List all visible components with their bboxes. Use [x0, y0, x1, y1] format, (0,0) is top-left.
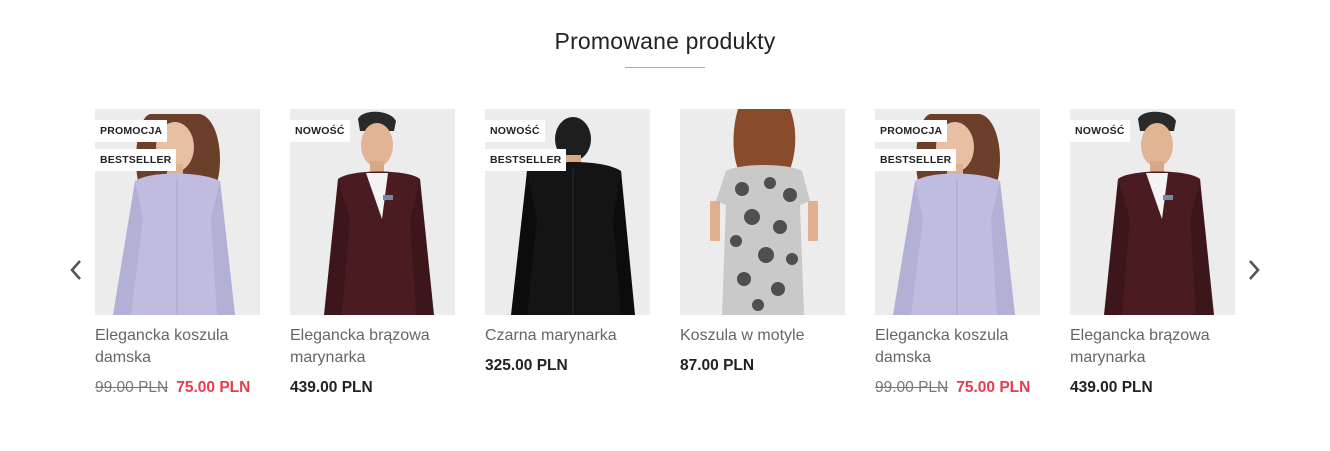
product-image[interactable]	[680, 109, 845, 315]
product-price: 75.00 PLN	[176, 379, 251, 396]
product-card[interactable]: PROMOCJA BESTSELLER Elegancka koszula da…	[95, 109, 260, 397]
badge-bestseller: BESTSELLER	[485, 149, 567, 171]
product-image[interactable]: PROMOCJA BESTSELLER	[875, 109, 1040, 315]
product-image[interactable]: NOWOŚĆ	[1070, 109, 1235, 315]
product-card[interactable]: NOWOŚĆ Elegancka brązowa marynarka 439.0…	[1070, 109, 1235, 397]
product-name[interactable]: Elegancka koszula damska	[95, 325, 260, 369]
product-price: 325.00 PLN	[485, 357, 568, 374]
badge-bestseller: BESTSELLER	[875, 149, 957, 171]
chevron-left-icon	[70, 260, 81, 280]
title-underline	[625, 67, 705, 68]
product-price: 75.00 PLN	[956, 379, 1031, 396]
product-name[interactable]: Koszula w motyle	[680, 325, 845, 347]
product-prices: 439.00 PLN	[290, 379, 455, 397]
product-old-price: 99.00 PLN	[875, 379, 949, 396]
carousel-prev-button[interactable]	[64, 255, 88, 285]
product-prices: 325.00 PLN	[485, 357, 650, 375]
badge-nowosc: NOWOŚĆ	[485, 120, 545, 142]
badge-nowosc: NOWOŚĆ	[1070, 120, 1130, 142]
badge-nowosc: NOWOŚĆ	[290, 120, 350, 142]
product-price: 439.00 PLN	[1070, 379, 1153, 396]
product-name[interactable]: Elegancka brązowa marynarka	[1070, 325, 1235, 369]
carousel-next-button[interactable]	[1242, 255, 1266, 285]
product-card[interactable]: PROMOCJA BESTSELLER Elegancka koszula da…	[875, 109, 1040, 397]
product-name[interactable]: Czarna marynarka	[485, 325, 650, 347]
badge-bestseller: BESTSELLER	[95, 149, 177, 171]
badge-promocja: PROMOCJA	[95, 120, 168, 142]
product-image[interactable]: NOWOŚĆ BESTSELLER	[485, 109, 650, 315]
product-image[interactable]: NOWOŚĆ	[290, 109, 455, 315]
product-prices: 87.00 PLN	[680, 357, 845, 375]
product-price: 439.00 PLN	[290, 379, 373, 396]
product-prices: 99.00 PLN 75.00 PLN	[875, 379, 1040, 397]
product-price: 87.00 PLN	[680, 357, 755, 374]
product-card[interactable]: NOWOŚĆ BESTSELLER Czarna marynarka 325.0…	[485, 109, 650, 375]
product-old-price: 99.00 PLN	[95, 379, 169, 396]
product-prices: 439.00 PLN	[1070, 379, 1235, 397]
product-name[interactable]: Elegancka koszula damska	[875, 325, 1040, 369]
product-image[interactable]: PROMOCJA BESTSELLER	[95, 109, 260, 315]
product-prices: 99.00 PLN 75.00 PLN	[95, 379, 260, 397]
product-card[interactable]: Koszula w motyle 87.00 PLN	[680, 109, 845, 375]
badge-promocja: PROMOCJA	[875, 120, 948, 142]
section-title: Promowane produkty	[554, 28, 776, 54]
chevron-right-icon	[1249, 260, 1260, 280]
product-name[interactable]: Elegancka brązowa marynarka	[290, 325, 455, 369]
product-card[interactable]: NOWOŚĆ Elegancka brązowa marynarka 439.0…	[290, 109, 455, 397]
